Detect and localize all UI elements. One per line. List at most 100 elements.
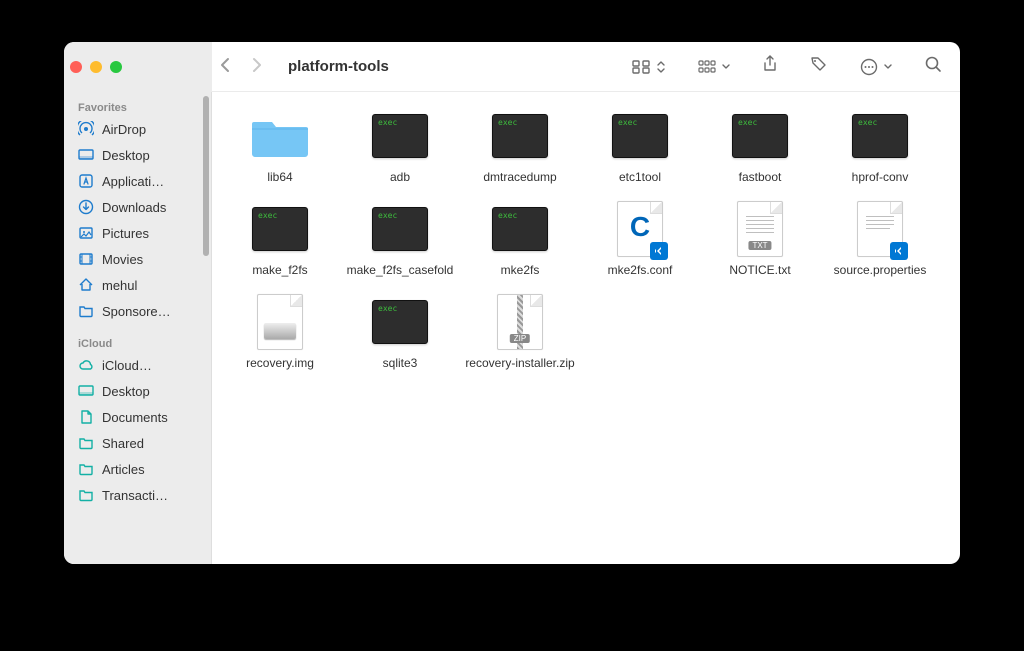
sidebar-item-articles[interactable]: Articles	[64, 456, 211, 482]
sidebar-item-desktop[interactable]: Desktop	[64, 142, 211, 168]
maximize-button[interactable]	[110, 61, 122, 73]
sidebar-item-label: Desktop	[102, 148, 201, 163]
sidebar-item-label: Applicati…	[102, 174, 201, 189]
sidebar-item-pictures[interactable]: Pictures	[64, 220, 211, 246]
file-name: source.properties	[834, 263, 927, 278]
documents-icon	[78, 409, 94, 425]
action-menu-button[interactable]	[860, 58, 892, 76]
sidebar-scrollbar[interactable]	[203, 96, 209, 256]
sidebar-item-movies[interactable]: Movies	[64, 246, 211, 272]
exec-icon	[488, 203, 552, 255]
exec-icon	[848, 110, 912, 162]
sidebar-item-label: Sponsore…	[102, 304, 201, 319]
sidebar-item-label: Desktop	[102, 384, 201, 399]
file-name: mke2fs.conf	[608, 263, 673, 278]
sidebar-item-downloads[interactable]: Downloads	[64, 194, 211, 220]
file-item[interactable]: recovery.img	[220, 296, 340, 381]
file-name: dmtracedump	[483, 170, 556, 185]
file-name: hprof-conv	[852, 170, 909, 185]
file-item[interactable]: fastboot	[700, 110, 820, 195]
sidebar-item-label: mehul	[102, 278, 201, 293]
folder-icon	[78, 487, 94, 503]
close-button[interactable]	[70, 61, 82, 73]
home-icon	[78, 277, 94, 293]
sidebar-item-applicati-[interactable]: Applicati…	[64, 168, 211, 194]
file-item[interactable]: ZIP recovery-installer.zip	[460, 296, 580, 381]
file-name: sqlite3	[383, 356, 418, 371]
search-button[interactable]	[924, 55, 942, 78]
file-item[interactable]: make_f2fs_casefold	[340, 203, 460, 288]
file-item[interactable]: Cmke2fs.conf	[580, 203, 700, 288]
file-name: lib64	[267, 170, 292, 185]
folder-icon	[78, 303, 94, 319]
sidebar-item-shared[interactable]: Shared	[64, 430, 211, 456]
file-item[interactable]: mke2fs	[460, 203, 580, 288]
file-name: mke2fs	[501, 263, 540, 278]
back-button[interactable]	[218, 57, 232, 77]
window-body: FavoritesAirDropDesktopApplicati…Downloa…	[64, 92, 960, 564]
minimize-button[interactable]	[90, 61, 102, 73]
sidebar: FavoritesAirDropDesktopApplicati…Downloa…	[64, 92, 212, 564]
sidebar-item-desktop[interactable]: Desktop	[64, 378, 211, 404]
sidebar-item-label: AirDrop	[102, 122, 201, 137]
folder-icon	[78, 461, 94, 477]
sidebar-item-label: Documents	[102, 410, 201, 425]
movies-icon	[78, 251, 94, 267]
exec-icon	[368, 110, 432, 162]
file-item[interactable]: sqlite3	[340, 296, 460, 381]
sidebar-item-sponsore-[interactable]: Sponsore…	[64, 298, 211, 324]
folder-icon	[248, 110, 312, 162]
pictures-icon	[78, 225, 94, 241]
properties-file-icon	[848, 203, 912, 255]
sidebar-item-documents[interactable]: Documents	[64, 404, 211, 430]
file-name: make_f2fs	[252, 263, 307, 278]
toolbar: platform-tools	[212, 42, 960, 92]
exec-icon	[608, 110, 672, 162]
sidebar-item-label: Articles	[102, 462, 201, 477]
downloads-icon	[78, 199, 94, 215]
group-button[interactable]	[698, 60, 730, 74]
titlebar: platform-tools	[64, 42, 960, 92]
file-item[interactable]: dmtracedump	[460, 110, 580, 195]
file-item[interactable]: etc1tool	[580, 110, 700, 195]
tags-button[interactable]	[810, 56, 828, 77]
file-item[interactable]: lib64	[220, 110, 340, 195]
zip-file-icon: ZIP	[488, 296, 552, 348]
window-title: platform-tools	[288, 58, 389, 75]
file-item[interactable]: adb	[340, 110, 460, 195]
exec-icon	[248, 203, 312, 255]
traffic-lights	[64, 42, 212, 92]
sidebar-item-transacti-[interactable]: Transacti…	[64, 482, 211, 508]
view-mode-button[interactable]	[632, 60, 666, 74]
sidebar-item-label: Pictures	[102, 226, 201, 241]
finder-window: platform-tools	[64, 42, 960, 564]
file-name: recovery-installer.zip	[465, 356, 574, 371]
airdrop-icon	[78, 121, 94, 137]
file-item[interactable]: TXT NOTICE.txt	[700, 203, 820, 288]
exec-icon	[728, 110, 792, 162]
file-name: recovery.img	[246, 356, 314, 371]
sidebar-section-label: iCloud	[64, 334, 211, 352]
file-item[interactable]: make_f2fs	[220, 203, 340, 288]
file-name: NOTICE.txt	[729, 263, 790, 278]
sidebar-item-label: Movies	[102, 252, 201, 267]
file-item[interactable]: hprof-conv	[820, 110, 940, 195]
exec-icon	[488, 110, 552, 162]
sidebar-item-icloud-[interactable]: iCloud…	[64, 352, 211, 378]
share-button[interactable]	[762, 55, 778, 78]
exec-icon	[368, 203, 432, 255]
forward-button[interactable]	[250, 57, 264, 77]
file-name: adb	[390, 170, 410, 185]
file-item[interactable]: source.properties	[820, 203, 940, 288]
file-name: fastboot	[739, 170, 782, 185]
txt-file-icon: TXT	[728, 203, 792, 255]
c-file-icon: C	[608, 203, 672, 255]
nav-arrows	[218, 57, 264, 77]
exec-icon	[368, 296, 432, 348]
sidebar-item-mehul[interactable]: mehul	[64, 272, 211, 298]
toolbar-actions	[632, 55, 960, 78]
file-name: etc1tool	[619, 170, 661, 185]
sidebar-item-airdrop[interactable]: AirDrop	[64, 116, 211, 142]
desktop-icon	[78, 383, 94, 399]
cloud-icon	[78, 357, 94, 373]
